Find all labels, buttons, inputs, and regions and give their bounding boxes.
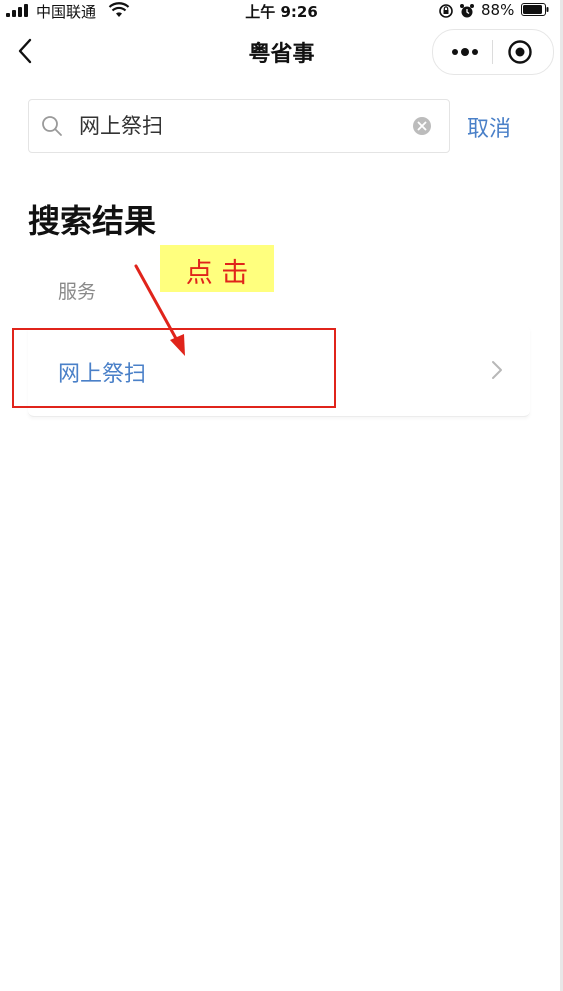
search-input[interactable] <box>79 110 399 140</box>
capsule-divider <box>492 40 493 64</box>
battery-icon <box>521 3 549 16</box>
status-time: 上午 9:26 <box>245 3 318 21</box>
battery-percent: 88% <box>481 1 515 19</box>
results-title: 搜索结果 <box>28 202 157 240</box>
status-bar: 中国联通 上午 9:26 88% <box>0 0 563 22</box>
more-dots-icon[interactable] <box>451 47 479 57</box>
cancel-button[interactable]: 取消 <box>467 111 511 143</box>
clear-icon[interactable] <box>412 116 432 136</box>
annotation-arrow-icon <box>134 264 185 356</box>
alarm-icon <box>460 4 474 18</box>
search-icon <box>42 116 62 136</box>
search-box[interactable] <box>28 99 450 153</box>
rotation-lock-icon <box>439 4 453 18</box>
section-label-services: 服务 <box>58 281 97 303</box>
chevron-right-icon <box>492 361 502 379</box>
target-icon[interactable] <box>507 39 533 65</box>
mini-program-capsule <box>432 29 554 75</box>
